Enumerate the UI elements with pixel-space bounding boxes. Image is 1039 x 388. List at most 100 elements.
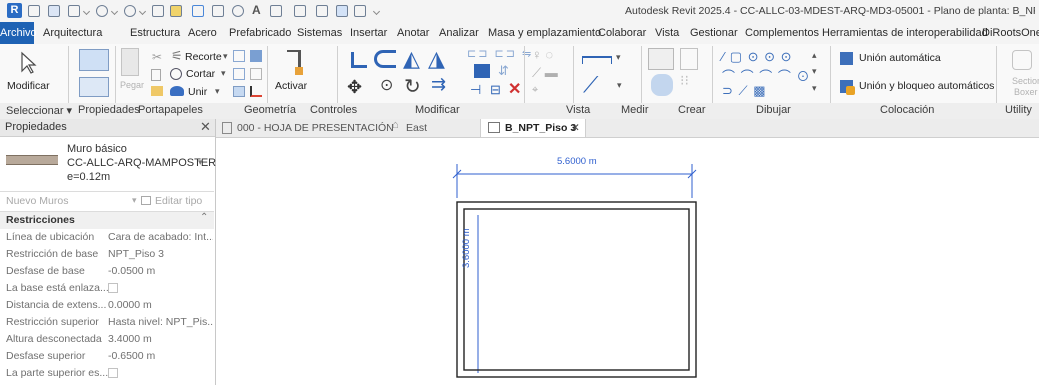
tab-insertar[interactable]: Insertar [350,22,387,44]
wall-join-icon[interactable] [233,50,245,62]
move-icon[interactable]: ✥ [347,77,362,98]
activar-button[interactable]: Activar [275,80,307,92]
chevron-down-icon[interactable]: ▾ [215,86,220,97]
save-icon[interactable] [48,5,60,17]
property-row[interactable]: La base está enlaza... [0,280,213,297]
tab-masa-emplazamiento[interactable]: Masa y emplazamiento [488,22,601,44]
property-row[interactable]: Restricción superior Hasta nivel: NPT_Pis… [0,314,213,331]
floor-plan-svg[interactable] [216,138,1039,385]
split-face-icon[interactable] [250,50,262,62]
measure-icon[interactable] [170,5,182,17]
property-row[interactable]: Desfase de base -0.0500 m [0,263,213,280]
redo-icon[interactable] [124,5,136,17]
tab-analizar[interactable]: Analizar [439,22,479,44]
dimension-tool-icon[interactable]: ⟋ [583,72,598,98]
measure-tool-icon[interactable] [582,56,612,64]
tab-sistemas[interactable]: Sistemas [297,22,342,44]
tab-anotar[interactable]: Anotar [397,22,429,44]
dimension-label-height[interactable]: 3.6000 m [461,228,472,268]
checkbox-top-attached[interactable] [108,368,118,378]
collapse-icon[interactable]: ⌃ [200,212,208,223]
offset-icon[interactable] [374,50,396,68]
array-icon[interactable] [474,64,490,78]
scale-icon[interactable]: ⇵ [498,63,509,79]
type-name[interactable]: Muro básico [67,143,127,155]
instance-selector[interactable]: Nuevo Muros [6,195,68,207]
create-group-icon[interactable] [651,74,673,96]
tab-herramientas-interoperabilidad[interactable]: Herramientas de interoperabilidad [822,22,988,44]
switch-windows-icon[interactable] [336,5,348,17]
print-icon[interactable] [152,5,164,17]
chevron-down-icon[interactable] [138,7,147,16]
drawing-canvas[interactable]: 5.6000 m 3.6000 m [216,138,1039,385]
edit-type-button[interactable]: Editar tipo [155,195,202,207]
sync-icon[interactable] [68,5,80,17]
tab-colaborar[interactable]: Colaborar [598,22,646,44]
delete-icon[interactable]: ✕ [508,79,521,99]
tab-complementos[interactable]: Complementos [745,22,819,44]
chevron-down-icon[interactable] [372,7,381,16]
section-icon[interactable] [294,5,306,17]
chevron-down-icon[interactable]: ▾ [198,157,203,168]
text-icon[interactable]: A [252,3,261,17]
unir-button[interactable]: Unir [188,86,207,98]
section-restricciones[interactable]: Restricciones [6,214,75,226]
property-row[interactable]: Altura desconectada 3.4000 m [0,331,213,348]
tab-arquitectura[interactable]: Arquitectura [43,22,102,44]
chevron-down-icon[interactable]: ▾ [617,80,622,91]
mirror-axis-icon[interactable]: ◭ [403,46,420,72]
revit-logo[interactable]: R [7,3,22,18]
chevron-down-icon[interactable]: ▾ [221,68,226,79]
tab-acero[interactable]: Acero [188,22,217,44]
property-row[interactable]: Línea de ubicación Cara de acabado: Int..… [0,229,213,246]
unpin-icon[interactable]: ⊟ [490,82,501,98]
union-bloqueo-button[interactable]: Unión y bloqueo automáticos [859,80,994,92]
pick-lines-icons[interactable]: ⊃ ⟋ ▩ [722,83,767,99]
tab-estructura[interactable]: Estructura [130,22,180,44]
property-row[interactable]: La parte superior es... [0,365,213,382]
wall-inner[interactable] [463,208,690,371]
chevron-up-icon[interactable]: ▴ [812,50,817,61]
tag-icon[interactable] [232,5,244,17]
tab-vista[interactable]: Vista [655,22,679,44]
property-row[interactable]: Distancia de extens... 0.0000 m [0,297,213,314]
tab-prefabricado[interactable]: Prefabricado [229,22,291,44]
window-icon[interactable] [316,5,328,17]
cut-icon[interactable]: ✂ [152,50,162,64]
panel-seleccionar[interactable]: Seleccionar ▾ [6,104,72,117]
paint-icon[interactable] [233,68,245,80]
tab-diroots[interactable]: DiRootsOne [982,22,1039,44]
draw-line-icons[interactable]: ⁄ ▢ ⊙ ⊙ ⊙ [722,49,793,65]
modificar-button[interactable]: Modificar [7,80,50,92]
checkbox-base-attached[interactable] [108,283,118,293]
view-tab-east[interactable]: East [406,119,427,137]
view-tab-active[interactable]: B_NPT_Piso 3 ✕ [480,119,586,137]
modify-cursor-icon[interactable] [19,51,39,75]
view-tab-hoja[interactable]: 000 - HOJA DE PRESENTACIÓN [237,119,394,137]
match-properties-icon[interactable] [151,86,163,96]
cortar-icon[interactable] [170,68,182,80]
align-tool-icon[interactable] [351,52,367,68]
demolish-icon[interactable] [233,86,245,97]
auto-join-icon[interactable] [840,52,853,65]
mirror-draw-icon[interactable]: ◮ [428,46,445,72]
chevron-down-icon[interactable]: ▾ [223,51,228,62]
open-icon[interactable] [28,5,40,17]
align-icon[interactable] [192,5,204,17]
chevron-down-icon[interactable]: ▾ [812,83,817,94]
chevron-down-icon[interactable]: ▾ [812,66,817,77]
dimension-label-width[interactable]: 5.6000 m [557,156,597,167]
wall-opening-icon[interactable] [250,86,262,97]
wall-outer[interactable] [456,201,697,378]
property-row[interactable]: Desfase superior -0.6500 m [0,348,213,365]
3d-view-icon[interactable] [270,5,282,17]
type-properties-icon[interactable] [79,77,109,97]
chevron-down-icon[interactable]: ▾ [132,195,137,206]
copy-tool-icon[interactable]: ⊙ [380,75,393,95]
chevron-down-icon[interactable] [110,7,119,16]
dimension-icon[interactable] [212,5,224,17]
rotate-icon[interactable]: ↻ [404,74,421,99]
cortar-button[interactable]: Cortar [186,68,215,80]
remove-paint-icon[interactable] [250,68,262,80]
property-row[interactable]: Restricción de base NPT_Piso 3 [0,246,213,263]
